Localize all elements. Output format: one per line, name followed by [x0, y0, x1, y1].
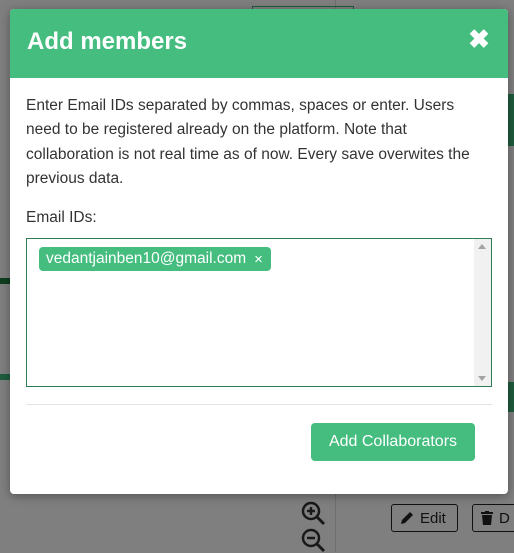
scroll-down-arrow-icon[interactable]	[478, 376, 486, 382]
add-collaborators-button[interactable]: Add Collaborators	[311, 423, 475, 461]
modal-body: Enter Email IDs separated by commas, spa…	[10, 78, 508, 406]
close-icon[interactable]: ✖	[467, 26, 491, 52]
email-tags-input[interactable]: vedantjainben10@gmail.com ×	[26, 238, 492, 388]
add-members-modal: Add members ✖ Enter Email IDs separated …	[10, 9, 508, 494]
footer-divider	[26, 404, 492, 406]
scrollbar[interactable]	[474, 239, 491, 387]
modal-header: Add members ✖	[10, 9, 508, 78]
email-tag: vedantjainben10@gmail.com ×	[39, 247, 271, 272]
scroll-up-arrow-icon[interactable]	[478, 244, 486, 250]
remove-email-button[interactable]: ×	[254, 251, 263, 268]
modal-description: Enter Email IDs separated by commas, spa…	[26, 97, 470, 187]
email-ids-label: Email IDs:	[26, 209, 97, 227]
email-tag-text: vedantjainben10@gmail.com	[46, 250, 247, 268]
modal-title: Add members	[27, 28, 188, 55]
